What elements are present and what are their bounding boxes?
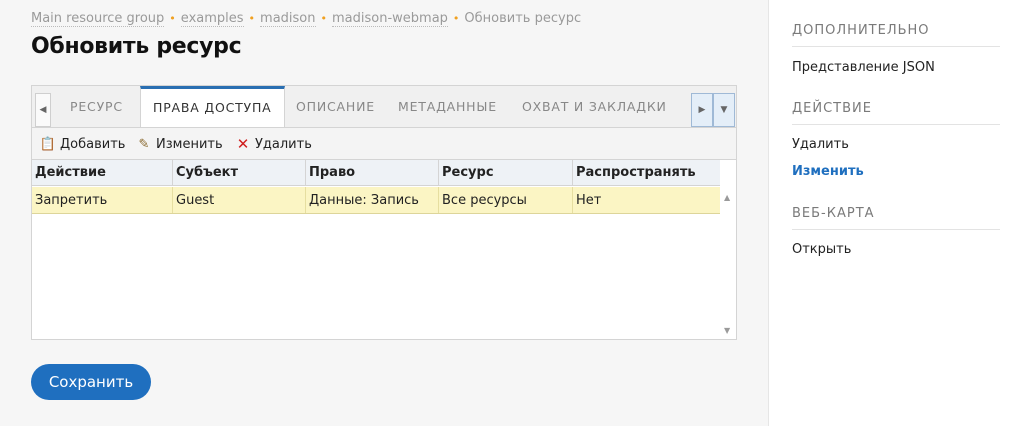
- delete-button-label: Удалить: [255, 136, 312, 152]
- column-header-action[interactable]: Действие: [32, 160, 173, 185]
- breadcrumb-separator: •: [320, 12, 328, 25]
- scroll-down-icon[interactable]: ▼: [724, 326, 730, 335]
- add-document-icon: 📋: [39, 136, 57, 152]
- breadcrumb-current: Обновить ресурс: [464, 11, 582, 26]
- permissions-panel: 📋 Добавить ✎ Изменить ✕ Удалить Действие…: [31, 127, 737, 340]
- page-title: Обновить ресурс: [31, 34, 242, 59]
- sidebar-section-webmap: ВЕБ-КАРТА: [792, 206, 1000, 230]
- column-header-subject[interactable]: Субъект: [173, 160, 306, 185]
- sidebar-section-additional: ДОПОЛНИТЕЛЬНО: [792, 23, 1000, 47]
- main-content: Main resource group • examples • madison • mad…: [0, 0, 768, 426]
- breadcrumb-separator: •: [169, 12, 176, 25]
- add-button[interactable]: 📋 Добавить: [39, 134, 126, 154]
- delete-icon: ✕: [236, 135, 250, 153]
- column-header-permission[interactable]: Право: [306, 160, 439, 185]
- chevron-right-icon: ▶: [698, 105, 706, 115]
- table-cell-permission: Данные: Запись: [306, 187, 439, 213]
- table-cell-propagate: Нет: [576, 192, 602, 208]
- breadcrumb: Main resource group • examples • madison • mad…: [31, 11, 582, 27]
- table-row[interactable]: Запретить Guest Данные: Запись Все ресур…: [32, 187, 720, 214]
- sidebar-item-open[interactable]: Открыть: [792, 242, 851, 257]
- edit-icon: ✎: [138, 136, 150, 152]
- tab-scroll-right-button[interactable]: ▶: [691, 93, 713, 127]
- tab-extent-bookmarks[interactable]: ОХВАТ И ЗАКЛАДКИ: [522, 86, 667, 128]
- vertical-scrollbar[interactable]: ▲ ▼: [720, 186, 736, 339]
- tab-metadata[interactable]: МЕТАДАННЫЕ: [398, 86, 497, 128]
- column-header-propagate[interactable]: Распространять: [573, 160, 720, 185]
- breadcrumb-item-madison-webmap[interactable]: madison-webmap: [332, 11, 448, 27]
- tab-scroll-left-button[interactable]: ◀: [35, 93, 51, 127]
- breadcrumb-item-madison[interactable]: madison: [260, 11, 316, 27]
- tab-bar: ◀ РЕСУРС ПРАВА ДОСТУПА ОПИСАНИЕ МЕТАДАНН…: [31, 85, 737, 129]
- tab-permissions[interactable]: ПРАВА ДОСТУПА: [140, 86, 285, 129]
- tab-resource[interactable]: РЕСУРС: [70, 86, 123, 128]
- breadcrumb-item-examples[interactable]: examples: [180, 11, 244, 27]
- chevron-left-icon: ◀: [39, 105, 47, 115]
- save-button[interactable]: Сохранить: [31, 364, 151, 400]
- edit-button[interactable]: ✎ Изменить: [136, 134, 223, 154]
- sidebar-item-delete[interactable]: Удалить: [792, 137, 849, 152]
- delete-button[interactable]: ✕ Удалить: [235, 134, 312, 154]
- tab-description[interactable]: ОПИСАНИЕ: [296, 86, 375, 128]
- sidebar-item-json-view[interactable]: Представление JSON: [792, 60, 935, 75]
- tab-menu-button[interactable]: ▼: [713, 93, 735, 127]
- breadcrumb-item-main-resource-group[interactable]: Main resource group: [31, 11, 165, 27]
- column-header-resource[interactable]: Ресурс: [439, 160, 573, 185]
- edit-button-label: Изменить: [156, 136, 223, 152]
- breadcrumb-separator: •: [248, 12, 256, 25]
- sidebar: ДОПОЛНИТЕЛЬНО Представление JSON ДЕЙСТВИ…: [768, 0, 1024, 426]
- table-cell-subject: Guest: [173, 187, 306, 213]
- table-cell-resource: Все ресурсы: [439, 187, 573, 213]
- grid-toolbar: 📋 Добавить ✎ Изменить ✕ Удалить: [32, 128, 736, 160]
- breadcrumb-separator: •: [452, 12, 460, 25]
- table-header: Действие Субъект Право Ресурс Распростра…: [32, 160, 720, 186]
- add-button-label: Добавить: [60, 136, 126, 152]
- chevron-down-icon: ▼: [720, 105, 728, 115]
- scroll-up-icon[interactable]: ▲: [724, 193, 730, 202]
- sidebar-section-action: ДЕЙСТВИЕ: [792, 101, 1000, 125]
- table-cell-action: Запретить: [32, 187, 173, 213]
- sidebar-item-edit[interactable]: Изменить: [792, 164, 864, 179]
